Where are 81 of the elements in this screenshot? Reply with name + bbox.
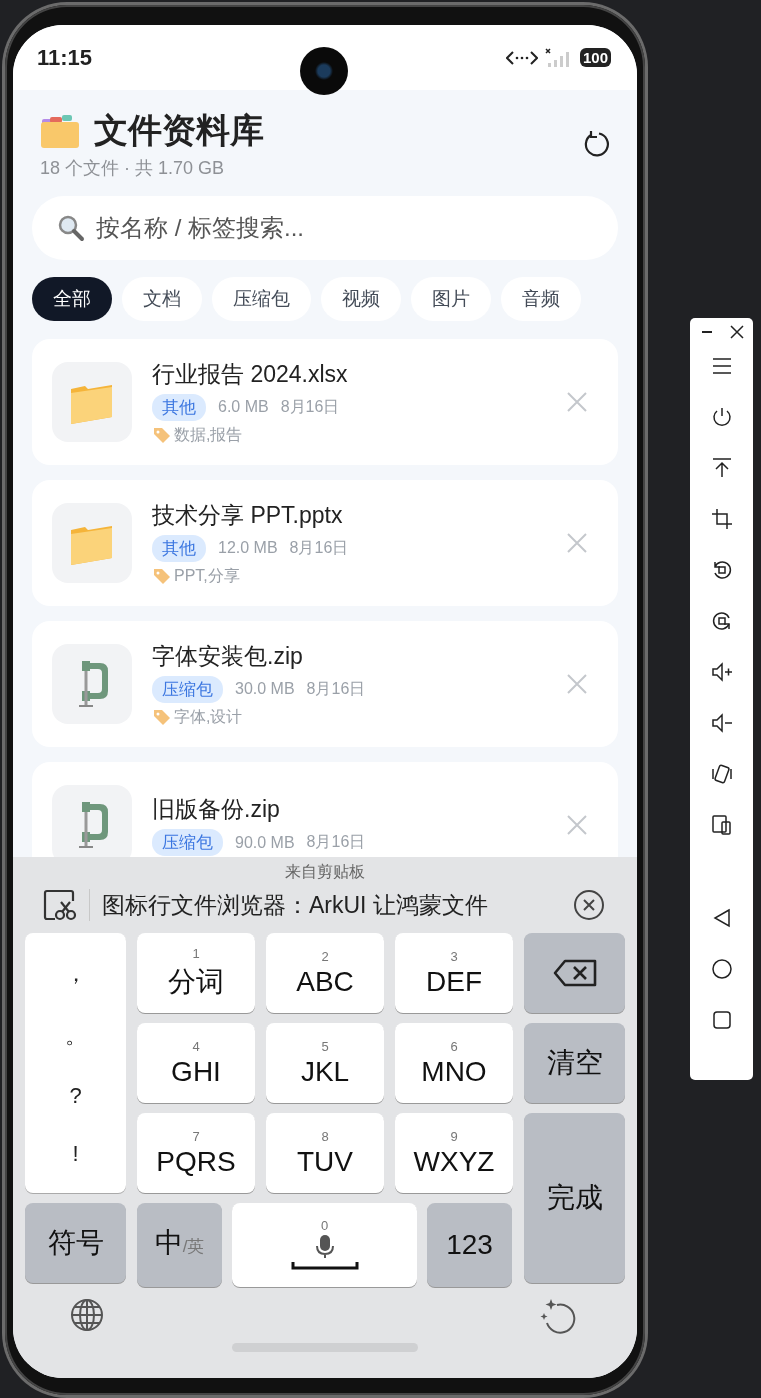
file-name: 旧版备份.zip — [152, 795, 281, 824]
space-key[interactable]: 0 — [232, 1203, 417, 1287]
search-field[interactable]: 按名称 / 标签搜索... — [32, 196, 618, 260]
refresh-icon[interactable] — [582, 130, 610, 158]
rotate-right-icon[interactable] — [710, 610, 733, 632]
done-key[interactable]: 完成 — [524, 1113, 625, 1283]
file-summary: 18 个文件 · 共 1.70 GB — [40, 157, 226, 180]
volume-up-icon[interactable] — [710, 661, 733, 683]
data-transfer-icon — [505, 49, 538, 66]
camera-icon — [300, 47, 348, 95]
letter-key[interactable]: 6 MNO — [395, 1023, 513, 1103]
clipboard-text[interactable]: 图标行文件浏览器：ArkUI 让鸿蒙文件 — [102, 889, 561, 921]
punctuation-key[interactable]: ! — [72, 1141, 79, 1167]
file-date: 8月16日 — [289, 537, 349, 558]
clipboard-label: 来自剪贴板 — [285, 862, 365, 882]
category-tag: 其他 — [152, 393, 206, 421]
volume-down-icon[interactable] — [710, 712, 733, 734]
clipboard-cut-icon[interactable] — [43, 889, 77, 921]
app-title: 文件资料库 — [94, 110, 264, 151]
backspace-key[interactable] — [524, 933, 625, 1013]
file-name: 字体安装包.zip — [152, 641, 304, 671]
file-size: 30.0 MB — [235, 680, 295, 698]
letter-key[interactable]: 2 ABC — [266, 933, 384, 1013]
devices-icon[interactable] — [710, 814, 733, 836]
crop-icon[interactable] — [710, 508, 733, 530]
letter-key[interactable]: 8 TUV — [266, 1113, 384, 1193]
punctuation-key[interactable]: 。 — [64, 1021, 87, 1051]
letter-key[interactable]: 9 WXYZ — [395, 1113, 513, 1193]
power-icon[interactable] — [710, 406, 733, 428]
filter-chip[interactable]: 音频 — [501, 277, 581, 321]
tag-icon — [152, 567, 172, 585]
home-icon[interactable] — [710, 958, 733, 980]
file-size: 12.0 MB — [218, 539, 278, 557]
shake-phone-icon[interactable] — [710, 763, 733, 785]
letter-key[interactable]: 7 PQRS — [137, 1113, 255, 1193]
file-date: 8月16日 — [306, 832, 366, 852]
file-tags: 字体,设计 — [174, 706, 243, 728]
battery-indicator: 100 — [579, 48, 611, 67]
file-card[interactable]: 字体安装包.zip 压缩包 30.0 MB 8月16日 字体,设计 — [32, 621, 618, 747]
folder-icon — [40, 113, 80, 149]
file-name: 行业报告 2024.xlsx — [152, 359, 349, 389]
tag-icon — [152, 708, 172, 726]
filter-chip[interactable]: 文档 — [122, 277, 202, 321]
tag-icon — [152, 426, 172, 444]
recents-icon[interactable] — [710, 1009, 733, 1031]
letter-key[interactable]: 4 GHI — [137, 1023, 255, 1103]
search-icon — [56, 213, 86, 243]
close-icon[interactable] — [573, 889, 605, 921]
punctuation-key[interactable]: ? — [69, 1083, 82, 1109]
filter-chip[interactable]: 压缩包 — [212, 277, 311, 321]
status-time: 11:15 — [37, 44, 93, 71]
punctuation-key[interactable]: ， — [64, 959, 87, 989]
filter-chip[interactable]: 全部 — [32, 277, 112, 321]
filter-chip[interactable]: 视频 — [321, 277, 401, 321]
file-size: 6.0 MB — [218, 398, 269, 416]
file-card[interactable]: 旧版备份.zip 压缩包 90.0 MB 8月16日 — [32, 762, 618, 857]
menu-icon[interactable] — [710, 355, 733, 377]
file-name: 技术分享 PPT.pptx — [152, 500, 344, 530]
symbols-key[interactable]: 符号 — [25, 1203, 126, 1283]
category-tag: 压缩包 — [152, 675, 223, 703]
file-tags: 数据,报告 — [174, 424, 243, 446]
backspace-icon — [552, 959, 597, 987]
category-tag: 其他 — [152, 534, 206, 562]
globe-icon[interactable] — [69, 1297, 105, 1333]
file-card[interactable]: 技术分享 PPT.pptx 其他 12.0 MB 8月16日 PPT,分享 — [32, 480, 618, 606]
letter-key[interactable]: 1 分词 — [137, 933, 255, 1013]
microphone-space-icon — [290, 1232, 359, 1273]
language-key[interactable]: 中/英 — [137, 1203, 222, 1287]
file-size: 90.0 MB — [235, 833, 295, 852]
file-date: 8月16日 — [280, 396, 340, 417]
file-date: 8月16日 — [306, 678, 366, 699]
file-tags: PPT,分享 — [174, 565, 240, 587]
file-card[interactable]: 行业报告 2024.xlsx 其他 6.0 MB 8月16日 数据,报告 — [32, 339, 618, 465]
filter-chip[interactable]: 图片 — [411, 277, 491, 321]
clear-key[interactable]: 清空 — [524, 1023, 625, 1103]
close-icon[interactable] — [729, 325, 744, 339]
numbers-key[interactable]: 123 — [427, 1203, 512, 1287]
category-tag: 压缩包 — [152, 829, 223, 856]
letter-key[interactable]: 5 JKL — [266, 1023, 384, 1103]
upload-icon[interactable] — [710, 457, 733, 479]
letter-key[interactable]: 3 DEF — [395, 933, 513, 1013]
